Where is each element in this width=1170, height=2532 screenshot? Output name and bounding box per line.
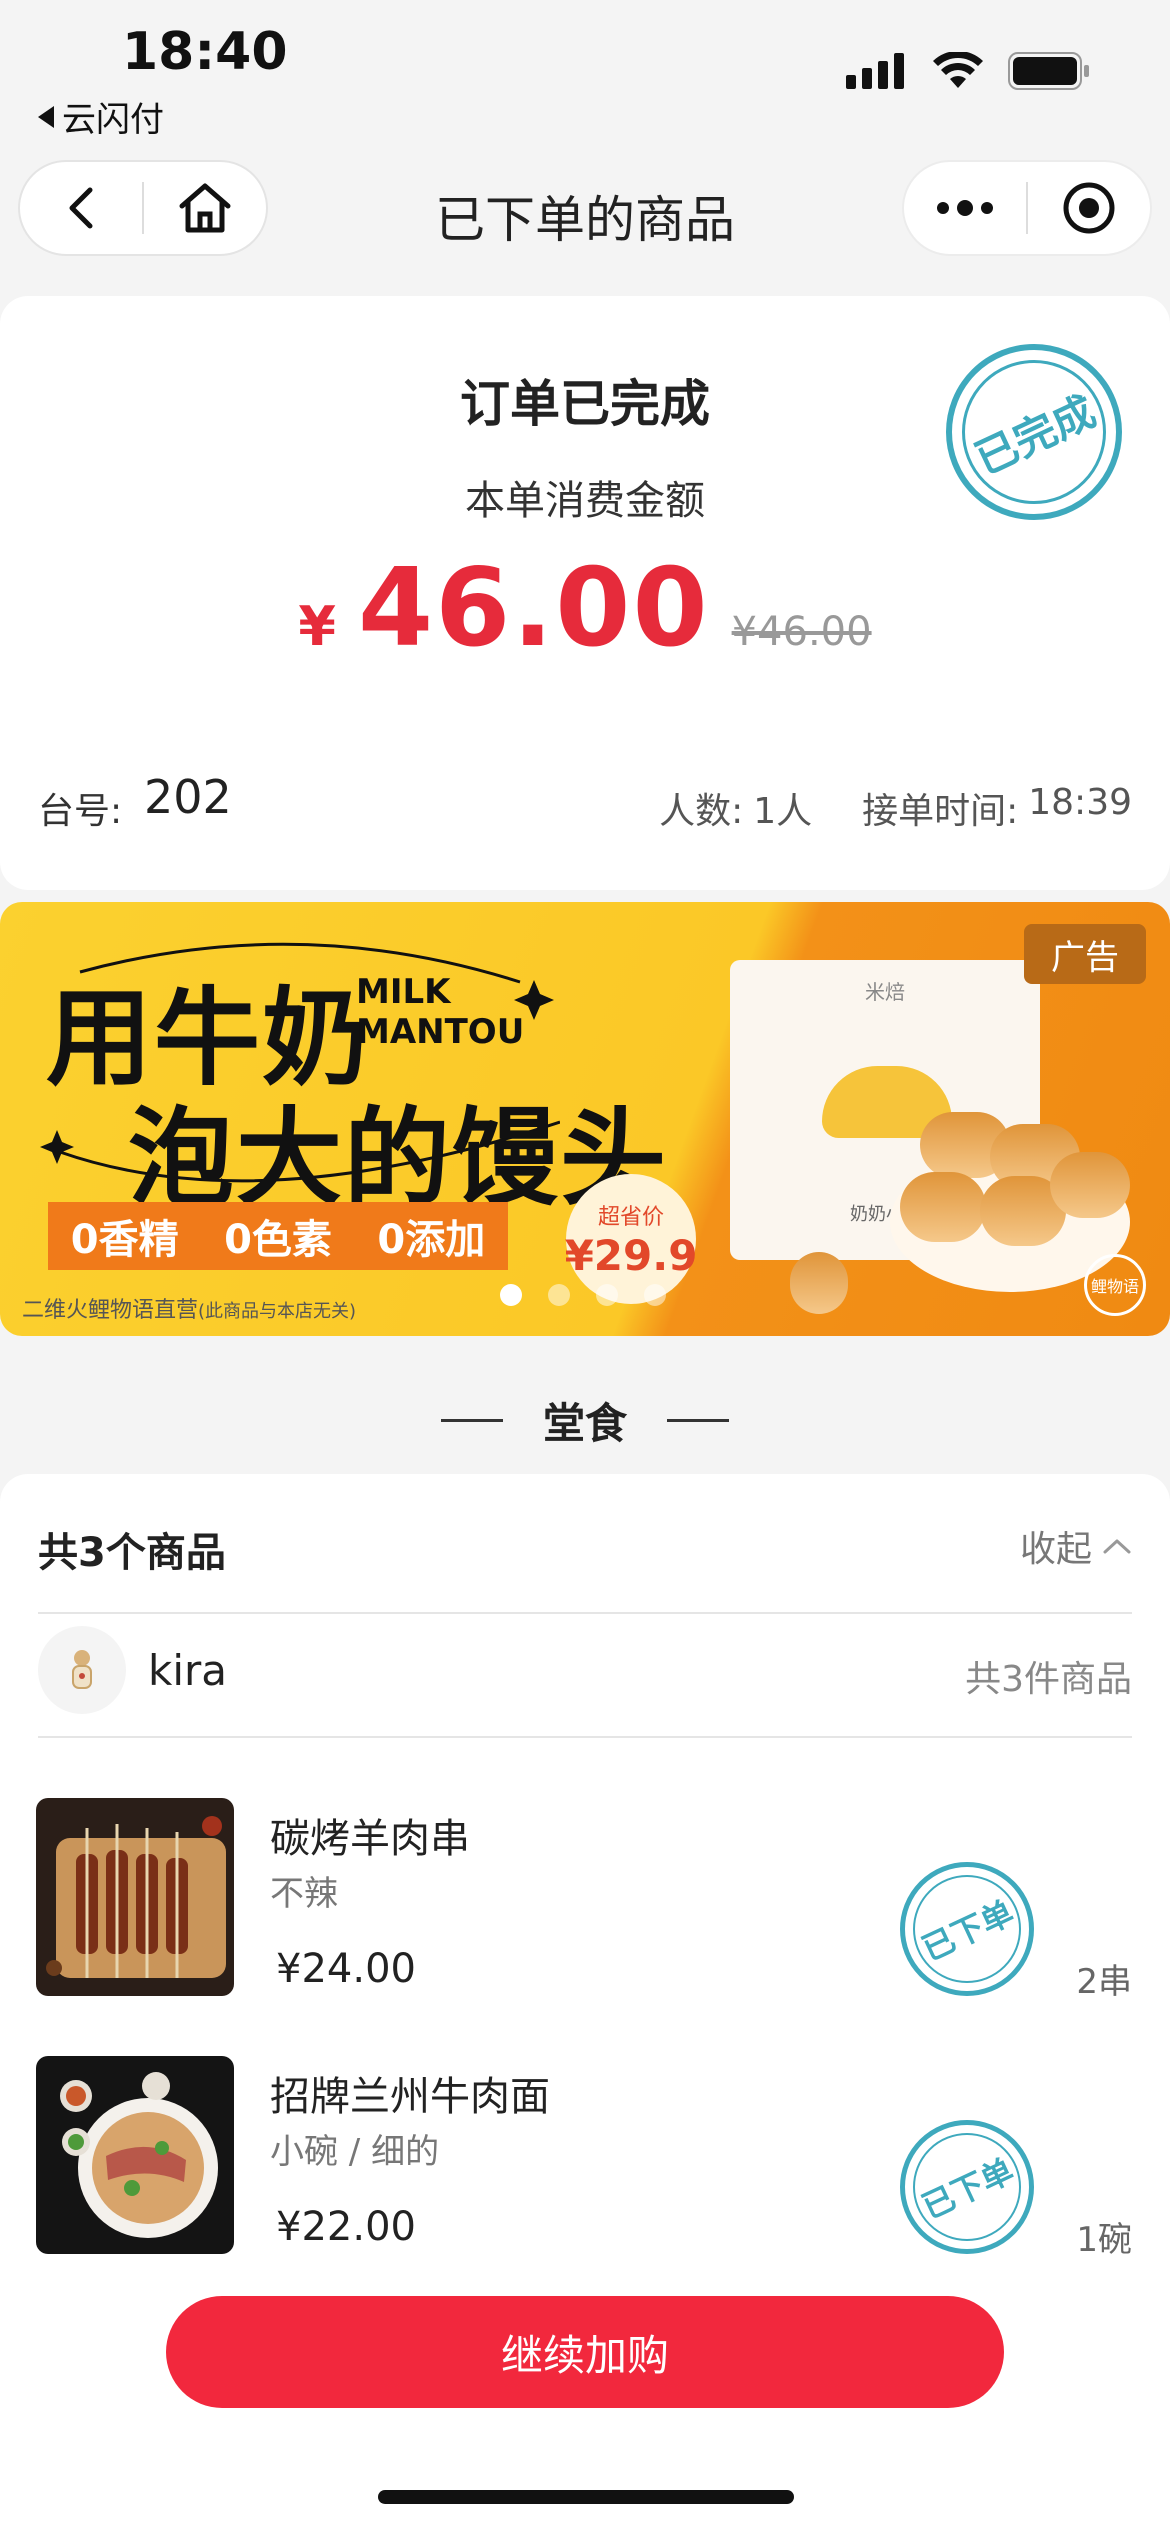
item-quantity: 1碗 xyxy=(1076,2220,1132,2260)
completed-stamp: 已完成 xyxy=(946,344,1122,520)
people-label: 人数: xyxy=(659,791,744,832)
order-time-value: 18:39 xyxy=(1028,782,1132,823)
ad-feature: 0色素 xyxy=(224,1217,332,1263)
table-number: 202 xyxy=(144,770,232,824)
avatar xyxy=(38,1626,126,1714)
home-indicator xyxy=(378,2490,794,2504)
continue-ordering-button[interactable]: 继续加购 xyxy=(166,2296,1004,2408)
currency-symbol: ¥ xyxy=(298,595,336,658)
order-meta: 人数: 1人 接单时间: 18:39 xyxy=(659,782,1132,834)
section-line-right xyxy=(667,1419,729,1422)
original-amount: ¥46.00 xyxy=(731,609,872,655)
carousel-dot[interactable] xyxy=(596,1284,618,1306)
table-label: 台号: xyxy=(38,791,123,832)
item-price: ¥22.00 xyxy=(276,2204,416,2250)
ad-brand-logo: 鲤物语 xyxy=(1084,1254,1146,1316)
back-triangle-icon xyxy=(38,105,54,128)
people-value: 1人 xyxy=(753,791,813,832)
divider xyxy=(38,1736,1132,1738)
order-summary-card: 订单已完成 本单消费金额 ¥ 46.00 ¥46.00 已完成 台号: 202 … xyxy=(0,296,1170,890)
chevron-up-icon xyxy=(1103,1539,1131,1554)
status-bar: 18:40 云闪付 xyxy=(0,0,1170,150)
user-name: kira xyxy=(148,1646,227,1695)
order-time-label: 接单时间: xyxy=(862,791,1019,832)
carousel-dot[interactable] xyxy=(500,1284,522,1306)
lamb-skewers-image xyxy=(36,1798,234,1996)
bun-shape xyxy=(1050,1152,1130,1218)
ad-footnote: 二维火鲤物语直营(此商品与本店无关) xyxy=(22,1292,356,1324)
carousel-dot[interactable] xyxy=(644,1284,666,1306)
item-name: 碳烤羊肉串 xyxy=(270,1816,470,1862)
order-amount: 46.00 xyxy=(357,546,710,671)
ad-footnote-small: (此商品与本店无关) xyxy=(198,1301,357,1322)
ordered-stamp-text: 已下单 xyxy=(916,2151,1020,2227)
list-item[interactable]: 碳烤羊肉串 不辣 ¥24.00 已下单 2串 xyxy=(0,1798,1170,2002)
close-miniapp-button[interactable] xyxy=(1028,160,1150,256)
ad-features: 0香精 0色素 0添加 xyxy=(48,1202,508,1270)
wifi-icon xyxy=(933,52,983,88)
item-spec: 不辣 xyxy=(270,1874,338,1914)
battery-icon xyxy=(1008,52,1089,90)
item-image-beef-noodles xyxy=(36,2056,234,2254)
status-icons xyxy=(846,52,1090,90)
signal-icon xyxy=(846,53,904,89)
user-item-count: 共3件商品 xyxy=(965,1659,1132,1700)
completed-stamp-text: 已完成 xyxy=(967,385,1103,484)
list-item[interactable]: 招牌兰州牛肉面 小碗 / 细的 ¥22.00 已下单 1碗 xyxy=(0,2056,1170,2260)
item-price: ¥24.00 xyxy=(276,1946,416,1992)
more-dots-icon xyxy=(937,200,993,216)
price-row: ¥ 46.00 ¥46.00 xyxy=(0,546,1170,676)
beef-noodles-image xyxy=(36,2056,234,2254)
section-title: 堂食 xyxy=(0,1390,1170,1451)
bottom-action-bar: 继续加购 xyxy=(0,2268,1170,2532)
ordered-stamp-text: 已下单 xyxy=(916,1893,1020,1969)
item-name: 招牌兰州牛肉面 xyxy=(270,2074,550,2120)
avatar-figure-icon xyxy=(72,1650,92,1689)
ad-tag: 广告 xyxy=(1024,924,1146,984)
nav-capsule-right xyxy=(902,160,1152,256)
ad-footnote-text: 二维火鲤物语直营 xyxy=(22,1298,199,1323)
bun-shape xyxy=(790,1252,848,1314)
back-app-label: 云闪付 xyxy=(62,100,164,140)
divider xyxy=(38,1612,1132,1614)
carousel-dot[interactable] xyxy=(548,1284,570,1306)
item-quantity: 2串 xyxy=(1076,1962,1132,2002)
ordered-stamp: 已下单 xyxy=(900,2120,1034,2254)
collapse-button[interactable]: 收起 xyxy=(1020,1520,1132,1572)
section-line-left xyxy=(440,1419,503,1422)
status-time: 18:40 xyxy=(122,22,288,82)
ad-milk-line1: MILK xyxy=(356,972,451,1012)
ad-price-label: 超省价 xyxy=(597,1204,664,1230)
carousel-dots xyxy=(500,1284,666,1306)
ad-banner[interactable]: 用牛奶 泡大的馒头 MILK MANTOU 0香精 0色素 0添加 二维火鲤物语… xyxy=(0,902,1170,1336)
ordered-stamp: 已下单 xyxy=(900,1862,1034,1996)
item-spec: 小碗 / 细的 xyxy=(270,2132,440,2172)
ad-feature: 0香精 xyxy=(70,1217,179,1263)
ad-milk-mantou: MILK MANTOU xyxy=(356,972,524,1052)
item-image-lamb-skewers xyxy=(36,1798,234,1996)
nav-bar: 已下单的商品 xyxy=(0,150,1170,290)
collapse-label: 收起 xyxy=(1019,1529,1092,1570)
section-title-text: 堂食 xyxy=(542,1399,627,1448)
ad-bag-brand: 米焙 xyxy=(865,980,905,1004)
back-to-app-link[interactable]: 云闪付 xyxy=(38,92,164,141)
ad-price-value: ¥29.9 xyxy=(564,1230,698,1280)
ad-milk-line2: MANTOU xyxy=(356,1012,525,1052)
target-icon xyxy=(1063,182,1115,234)
bun-shape xyxy=(900,1172,986,1242)
more-button[interactable] xyxy=(904,160,1026,256)
ad-feature: 0添加 xyxy=(377,1217,486,1263)
goods-count: 共3个商品 xyxy=(38,1530,226,1576)
